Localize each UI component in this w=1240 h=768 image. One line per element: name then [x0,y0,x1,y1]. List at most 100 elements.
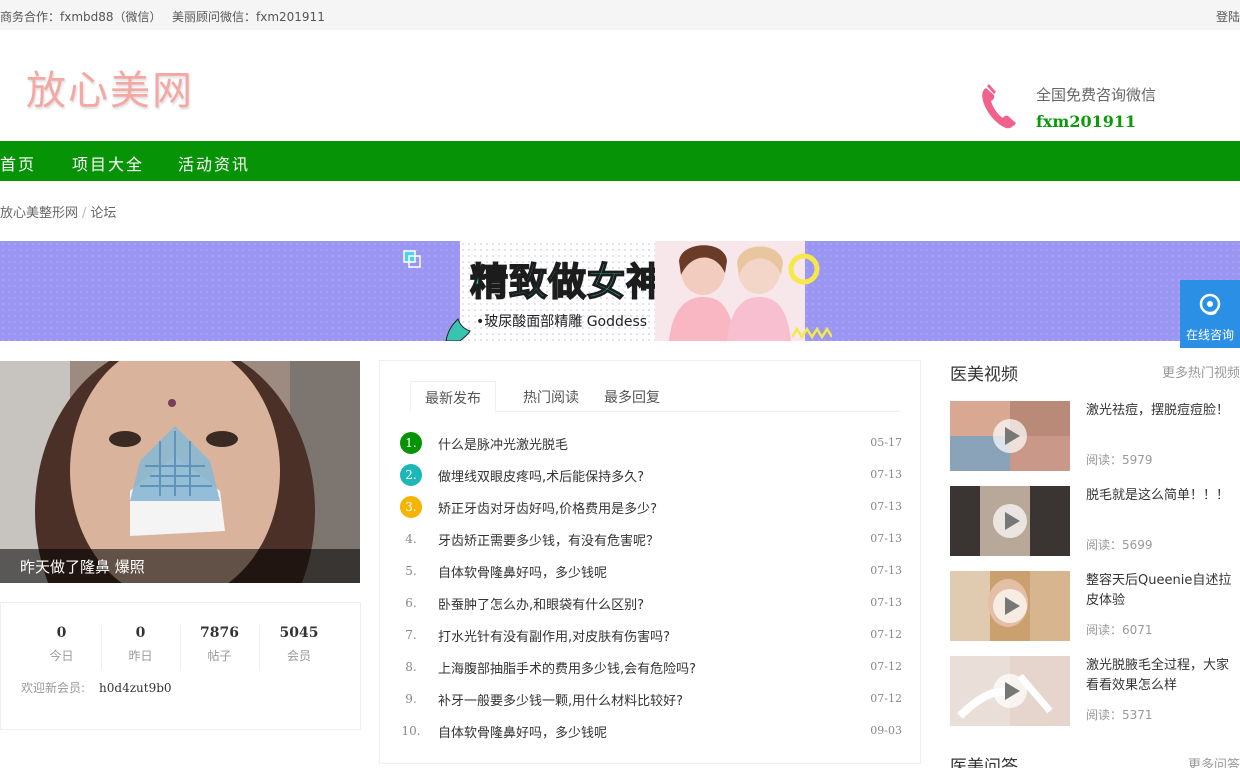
rank-number: 8. [405,660,417,674]
video-thumbnail-image [950,571,1070,641]
rank-number: 7. [405,628,417,642]
videos-header: 医美视频 更多热门视频 [950,360,1240,385]
video-thumbnail-image [950,656,1070,726]
post-title[interactable]: 补牙一般要多少钱一颗,用什么材料比较好? [438,690,683,709]
headset-icon [1199,293,1221,316]
list-item[interactable]: 9. 补牙一般要多少钱一颗,用什么材料比较好? 07-12 [400,687,902,711]
qa-header: 医美问答 更多问答 [950,752,1240,768]
post-title[interactable]: 上海腹部抽脂手术的费用多少钱,会有危险吗? [438,658,696,677]
video-thumbnail[interactable] [950,401,1070,471]
breadcrumb-home[interactable]: 放心美整形网 [0,206,78,221]
stat-posts-label: 帖子 [207,649,232,663]
promo-banner[interactable]: 精致做女神 •玻尿酸面部精雕 Goddess [0,241,1240,341]
main-nav: 首页 项目大全 活动资讯 [0,141,1240,181]
stat-posts: 7876 帖子 [180,625,260,669]
stat-today-label: 今日 [49,649,74,663]
post-title[interactable]: 牙齿矫正需要多少钱，有没有危害呢？ [438,530,659,549]
list-item[interactable]: 1. 什么是脉冲光激光脱毛 05-17 [400,431,902,455]
video-thumbnail[interactable] [950,571,1070,641]
post-title[interactable]: 做埋线双眼皮疼吗,术后能保持多久? [438,466,644,485]
list-item[interactable]: 2. 做埋线双眼皮疼吗,术后能保持多久? 07-13 [400,463,902,487]
post-date: 07-13 [870,532,902,545]
nav-news[interactable]: 活动资讯 [178,151,250,175]
stat-yesterday: 0 昨日 [101,625,181,669]
post-title[interactable]: 自体软骨隆鼻好吗，多少钱呢 [438,722,607,741]
video-thumbnail[interactable] [950,656,1070,726]
business-contact: 商务合作：fxmbd88（微信） [0,10,162,24]
rank-badge: 3. [400,496,422,518]
video-reads: 阅读：5371 [1086,708,1153,722]
post-date: 05-17 [870,436,902,449]
rank-number: 4. [405,532,417,546]
featured-photo[interactable]: 昨天做了隆鼻 爆照 [0,361,360,583]
post-title[interactable]: 什么是脉冲光激光脱毛 [438,434,568,453]
rank-badge: 1. [400,432,422,454]
video-title[interactable]: 激光祛痘，摆脱痘痘脸！ [1086,401,1240,421]
post-title[interactable]: 打水光针有没有副作用,对皮肤有伤害吗? [438,626,670,645]
video-item[interactable]: 脱毛就是这么简单！！！ 阅读：5699 [950,486,1240,556]
qa-title: 医美问答 [950,757,1018,768]
phone-icon [982,84,1016,129]
zigzag-deco-icon [792,327,832,340]
video-reads: 阅读：6071 [1086,623,1153,637]
tab-hot[interactable]: 热门阅读 [523,387,579,407]
rank-number: 10. [401,724,421,738]
nav-projects[interactable]: 项目大全 [72,151,144,175]
video-thumbnail-image [950,486,1070,556]
video-title[interactable]: 整容天后Queenie自述拉皮体验 [1086,571,1240,611]
rank-number: 6. [405,596,417,610]
welcome-label: 欢迎新会员: [21,681,86,695]
video-title[interactable]: 激光脱腋毛全过程，大家看看效果怎么样 [1086,656,1240,696]
post-date: 09-03 [870,724,902,737]
breadcrumb-current: 论坛 [90,206,117,221]
square-deco-icon [403,250,421,268]
online-consult-button[interactable]: 在线咨询 [1180,280,1240,348]
tab-most-replies[interactable]: 最多回复 [604,387,660,407]
videos-title: 医美视频 [950,365,1018,385]
video-item[interactable]: 激光祛痘，摆脱痘痘脸！ 阅读：5979 [950,401,1240,471]
list-item[interactable]: 10. 自体软骨隆鼻好吗，多少钱呢 09-03 [400,719,902,743]
list-item[interactable]: 6. 卧蚕肿了怎么办,和眼袋有什么区别? 07-13 [400,591,902,615]
consult-wechat: fxm201911 [1036,112,1137,131]
online-consult-label: 在线咨询 [1185,328,1234,342]
login-link[interactable]: 登陆 [1216,8,1240,25]
banner-models-image [655,241,805,341]
forum-stats: 0 今日 0 昨日 7876 帖子 5045 会员 欢迎新会员: h0d4zut9… [0,602,361,730]
video-reads: 阅读：5699 [1086,538,1153,552]
list-item[interactable]: 3. 矫正牙齿对牙齿好吗,价格费用是多少? 07-13 [400,495,902,519]
tab-latest[interactable]: 最新发布 [410,381,496,412]
list-item[interactable]: 4. 牙齿矫正需要多少钱，有没有危害呢？ 07-13 [400,527,902,551]
post-date: 07-12 [870,628,902,641]
banner-title: 精致做女神 [469,259,666,305]
video-reads: 阅读：5979 [1086,453,1153,467]
video-thumbnail[interactable] [950,486,1070,556]
post-tabs: 最新发布 热门阅读 最多回复 [410,381,900,412]
stat-members-label: 会员 [286,649,311,663]
post-list-panel: 最新发布 热门阅读 最多回复 1. 什么是脉冲光激光脱毛 05-17 2. 做埋… [379,360,921,764]
new-member-link[interactable]: h0d4zut9b0 [99,681,172,695]
stat-yesterday-value: 0 [135,625,146,641]
video-title[interactable]: 脱毛就是这么简单！！！ [1086,486,1240,506]
post-title[interactable]: 自体软骨隆鼻好吗，多少钱呢 [438,562,607,581]
video-item[interactable]: 激光脱腋毛全过程，大家看看效果怎么样 阅读：5371 [950,656,1240,726]
video-item[interactable]: 整容天后Queenie自述拉皮体验 阅读：6071 [950,571,1240,641]
advisor-contact: 美丽顾问微信：fxm201911 [172,10,325,24]
rank-badge: 2. [400,464,422,486]
list-item[interactable]: 5. 自体软骨隆鼻好吗，多少钱呢 07-13 [400,559,902,583]
video-thumbnail-image [950,401,1070,471]
more-videos-link[interactable]: 更多热门视频 [1162,362,1240,381]
post-date: 07-12 [870,692,902,705]
list-item[interactable]: 7. 打水光针有没有副作用,对皮肤有伤害吗? 07-12 [400,623,902,647]
breadcrumb: 放心美整形网 / 论坛 [0,206,117,221]
nav-home[interactable]: 首页 [0,151,36,175]
post-title[interactable]: 卧蚕肿了怎么办,和眼袋有什么区别? [438,594,644,613]
rank-number: 5. [405,564,417,578]
more-qa-link[interactable]: 更多问答 [1188,754,1240,768]
site-logo[interactable]: 放心美网 [26,58,194,116]
post-date: 07-13 [870,564,902,577]
list-item[interactable]: 8. 上海腹部抽脂手术的费用多少钱,会有危险吗? 07-12 [400,655,902,679]
post-title[interactable]: 矫正牙齿对牙齿好吗,价格费用是多少? [438,498,657,517]
post-date: 07-12 [870,660,902,673]
stat-today-value: 0 [56,625,67,641]
stat-posts-value: 7876 [200,625,239,641]
